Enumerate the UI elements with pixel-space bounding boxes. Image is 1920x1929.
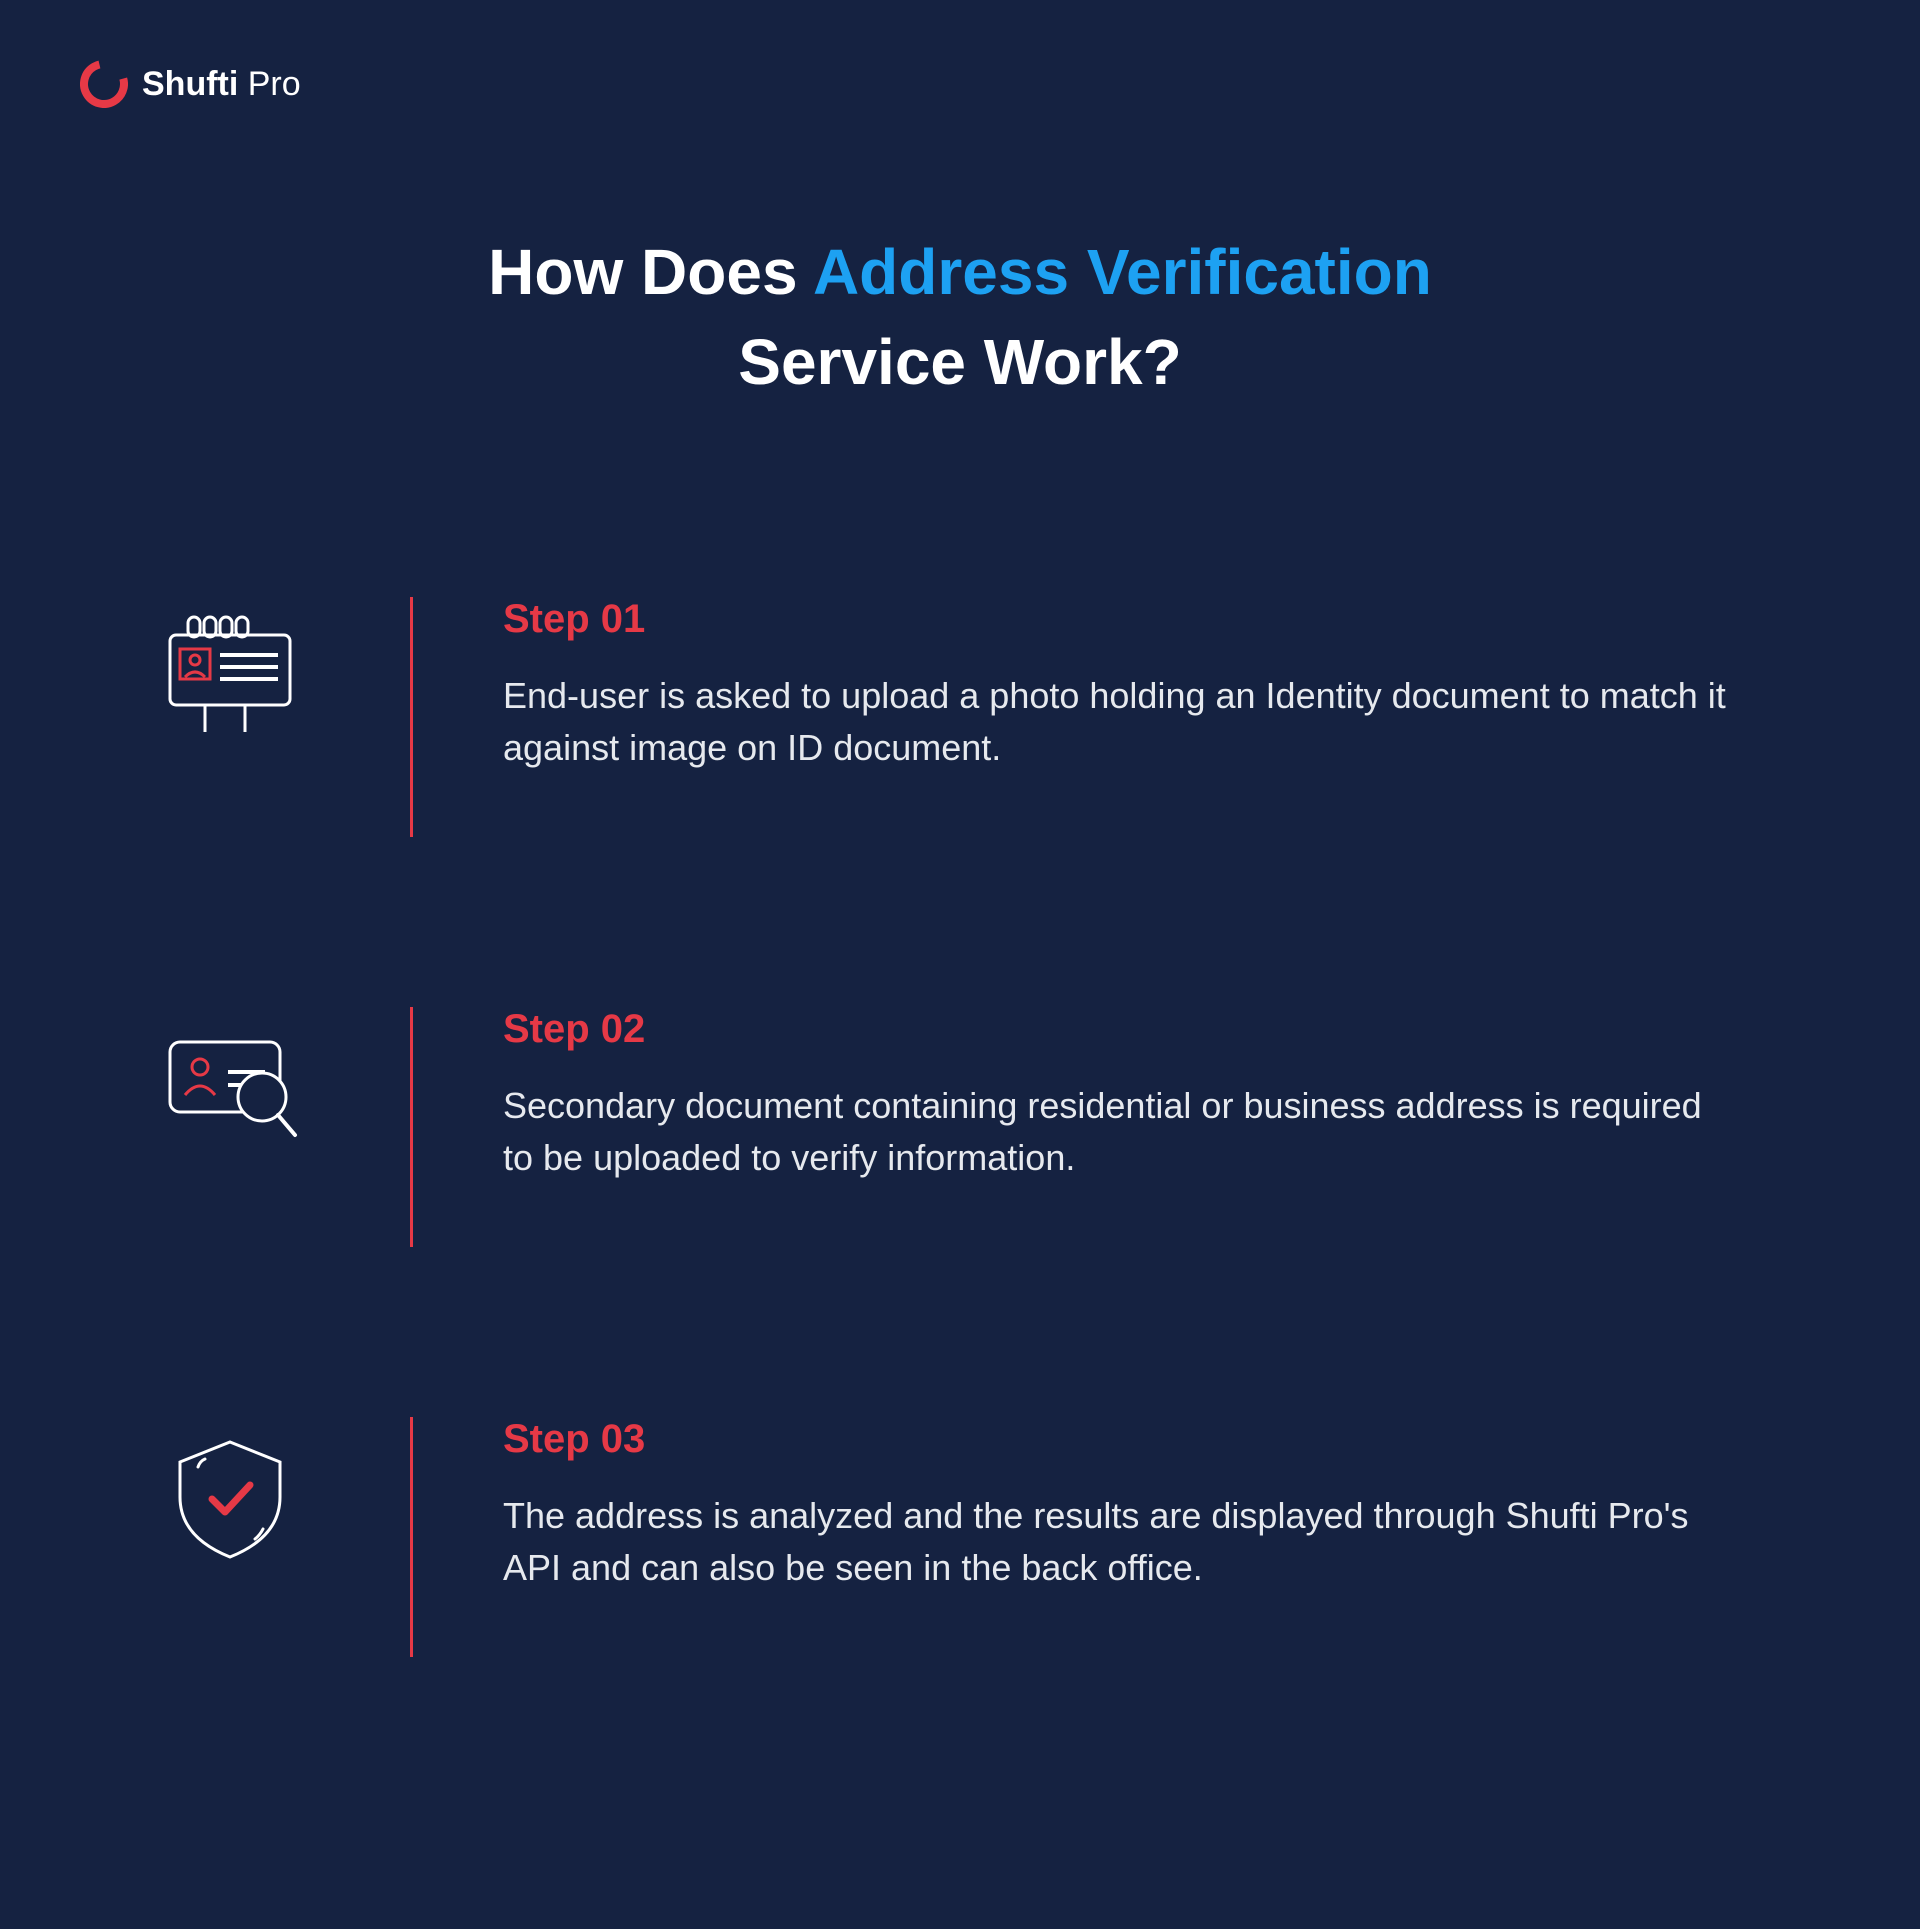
step-divider: [410, 1417, 413, 1657]
logo-mark-icon: [80, 60, 128, 108]
id-search-icon: [140, 1007, 320, 1157]
step-label: Step 01: [503, 597, 1740, 642]
step-label: Step 02: [503, 1007, 1740, 1052]
step-description: Secondary document containing residentia…: [503, 1080, 1740, 1184]
steps-list: Step 01 End-user is asked to upload a ph…: [80, 597, 1840, 1657]
brand-name: Shufti Pro: [142, 65, 301, 104]
step-item: Step 03 The address is analyzed and the …: [140, 1417, 1740, 1657]
brand-logo: Shufti Pro: [80, 60, 1840, 108]
step-label: Step 03: [503, 1417, 1740, 1462]
shield-check-icon: [140, 1417, 320, 1567]
step-item: Step 02 Secondary document containing re…: [140, 1007, 1740, 1247]
step-description: The address is analyzed and the results …: [503, 1490, 1740, 1594]
page-title: How Does Address Verification Service Wo…: [80, 228, 1840, 407]
step-divider: [410, 597, 413, 837]
step-item: Step 01 End-user is asked to upload a ph…: [140, 597, 1740, 837]
step-divider: [410, 1007, 413, 1247]
step-description: End-user is asked to upload a photo hold…: [503, 670, 1740, 774]
id-held-icon: [140, 597, 320, 747]
